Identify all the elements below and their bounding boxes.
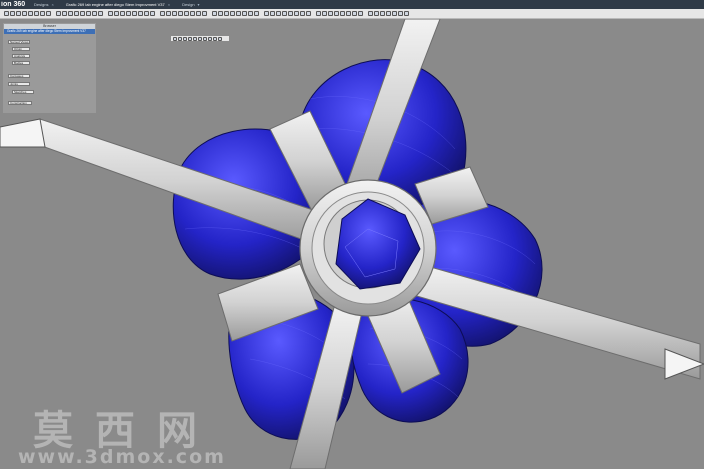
toolbar-tool-icon[interactable] xyxy=(56,11,61,16)
title-bar: ion 360 Designs × Grafic 269 lab engine a… xyxy=(0,0,704,9)
toolbar-tool-icon[interactable] xyxy=(398,11,403,16)
toolbar-tool-icon[interactable] xyxy=(386,11,391,16)
toolbar-tool-icon[interactable] xyxy=(4,11,9,16)
toolbar-tool-icon[interactable] xyxy=(358,11,363,16)
toolbar-tool-icon[interactable] xyxy=(334,11,339,16)
toolbar-tool-icon[interactable] xyxy=(328,11,333,16)
toolbar-tool-icon[interactable] xyxy=(28,11,33,16)
toolbar-tool-icon[interactable] xyxy=(196,11,201,16)
toolbar-tool-icon[interactable] xyxy=(74,11,79,16)
toolbar-tool-icon[interactable] xyxy=(184,11,189,16)
toolbar-tool-icon[interactable] xyxy=(34,11,39,16)
view-tool-icon[interactable] xyxy=(188,36,192,41)
toolbar-tool-icon[interactable] xyxy=(120,11,125,16)
toolbar-tool-icon[interactable] xyxy=(254,11,259,16)
toolbar-tool-icon[interactable] xyxy=(340,11,345,16)
view-toolbar xyxy=(170,35,230,42)
tree-node-construction[interactable]: Construction xyxy=(8,101,32,105)
tree-node-origin[interactable]: Origin xyxy=(12,47,30,51)
toolbar-tool-icon[interactable] xyxy=(264,11,269,16)
toolbar-tool-icon[interactable] xyxy=(322,11,327,16)
toolbar-tool-icon[interactable] xyxy=(306,11,311,16)
toolbar-tool-icon[interactable] xyxy=(92,11,97,16)
view-tool-icon[interactable] xyxy=(173,36,177,41)
tab-designs[interactable]: Designs × xyxy=(28,2,60,7)
tree-node-sketches[interactable]: Sketches xyxy=(12,90,34,94)
app-title: ion 360 xyxy=(1,1,26,8)
toolbar-tool-icon[interactable] xyxy=(368,11,373,16)
toolbar-tool-icon[interactable] xyxy=(404,11,409,16)
tree-node-canvases[interactable]: Canvases xyxy=(8,74,30,78)
toolbar-tool-icon[interactable] xyxy=(230,11,235,16)
toolbar-tool-icon[interactable] xyxy=(68,11,73,16)
toolbar-tool-icon[interactable] xyxy=(98,11,103,16)
tree-node-joints[interactable]: Joints xyxy=(8,82,30,86)
toolbar-tool-icon[interactable] xyxy=(392,11,397,16)
toolbar-tool-icon[interactable] xyxy=(374,11,379,16)
toolbar-tool-icon[interactable] xyxy=(202,11,207,16)
view-tool-icon[interactable] xyxy=(193,36,197,41)
view-tool-icon[interactable] xyxy=(208,36,212,41)
toolbar-tool-icon[interactable] xyxy=(190,11,195,16)
main-toolbar xyxy=(0,9,704,19)
close-icon[interactable]: × xyxy=(168,2,170,7)
tree-node-named-views[interactable]: Named Views xyxy=(8,40,30,44)
view-tool-icon[interactable] xyxy=(198,36,202,41)
toolbar-tool-icon[interactable] xyxy=(46,11,51,16)
tree-node-analysis[interactable]: Analysis xyxy=(12,54,30,58)
toolbar-tool-icon[interactable] xyxy=(80,11,85,16)
toolbar-tool-icon[interactable] xyxy=(62,11,67,16)
toolbar-tool-icon[interactable] xyxy=(178,11,183,16)
toolbar-tool-icon[interactable] xyxy=(132,11,137,16)
chevron-down-icon[interactable]: ▾ xyxy=(198,2,200,7)
toolbar-tool-icon[interactable] xyxy=(150,11,155,16)
tree-node-bodies[interactable]: Bodies xyxy=(12,61,30,65)
toolbar-tool-icon[interactable] xyxy=(212,11,217,16)
toolbar-tool-icon[interactable] xyxy=(316,11,321,16)
tab-current-design[interactable]: Grafic 269 lab engine after diego Stem I… xyxy=(60,2,176,7)
toolbar-tool-icon[interactable] xyxy=(138,11,143,16)
view-tool-icon[interactable] xyxy=(213,36,217,41)
toolbar-tool-icon[interactable] xyxy=(114,11,119,16)
toolbar-tool-icon[interactable] xyxy=(380,11,385,16)
toolbar-tool-icon[interactable] xyxy=(236,11,241,16)
view-tool-icon[interactable] xyxy=(178,36,182,41)
toolbar-tool-icon[interactable] xyxy=(242,11,247,16)
toolbar-tool-icon[interactable] xyxy=(294,11,299,16)
toolbar-tool-icon[interactable] xyxy=(144,11,149,16)
center-hub xyxy=(299,179,437,317)
toolbar-tool-icon[interactable] xyxy=(282,11,287,16)
view-tool-icon[interactable] xyxy=(218,36,222,41)
toolbar-tool-icon[interactable] xyxy=(224,11,229,16)
toolbar-tool-icon[interactable] xyxy=(172,11,177,16)
toolbar-tool-icon[interactable] xyxy=(126,11,131,16)
toolbar-tool-icon[interactable] xyxy=(160,11,165,16)
toolbar-tool-icon[interactable] xyxy=(300,11,305,16)
toolbar-tool-icon[interactable] xyxy=(288,11,293,16)
toolbar-tool-icon[interactable] xyxy=(248,11,253,16)
toolbar-tool-icon[interactable] xyxy=(352,11,357,16)
view-tool-icon[interactable] xyxy=(203,36,207,41)
view-tool-icon[interactable] xyxy=(183,36,187,41)
toolbar-tool-icon[interactable] xyxy=(40,11,45,16)
toolbar-tool-icon[interactable] xyxy=(86,11,91,16)
close-icon[interactable]: × xyxy=(51,2,53,7)
toolbar-tool-icon[interactable] xyxy=(218,11,223,16)
browser-panel[interactable]: Browser Grafic 269 lab engine after dieg… xyxy=(3,23,96,113)
toolbar-tool-icon[interactable] xyxy=(270,11,275,16)
toolbar-tool-icon[interactable] xyxy=(10,11,15,16)
toolbar-tool-icon[interactable] xyxy=(16,11,21,16)
toolbar-tool-icon[interactable] xyxy=(276,11,281,16)
tab-design[interactable]: Design ▾ xyxy=(176,2,205,7)
toolbar-tool-icon[interactable] xyxy=(108,11,113,16)
toolbar-tool-icon[interactable] xyxy=(22,11,27,16)
toolbar-tool-icon[interactable] xyxy=(166,11,171,16)
watermark-url: www.3dmox.com xyxy=(18,446,226,468)
browser-tree: Named Views Origin Analysis Bodies Canva… xyxy=(4,34,95,112)
toolbar-tool-icon[interactable] xyxy=(346,11,351,16)
